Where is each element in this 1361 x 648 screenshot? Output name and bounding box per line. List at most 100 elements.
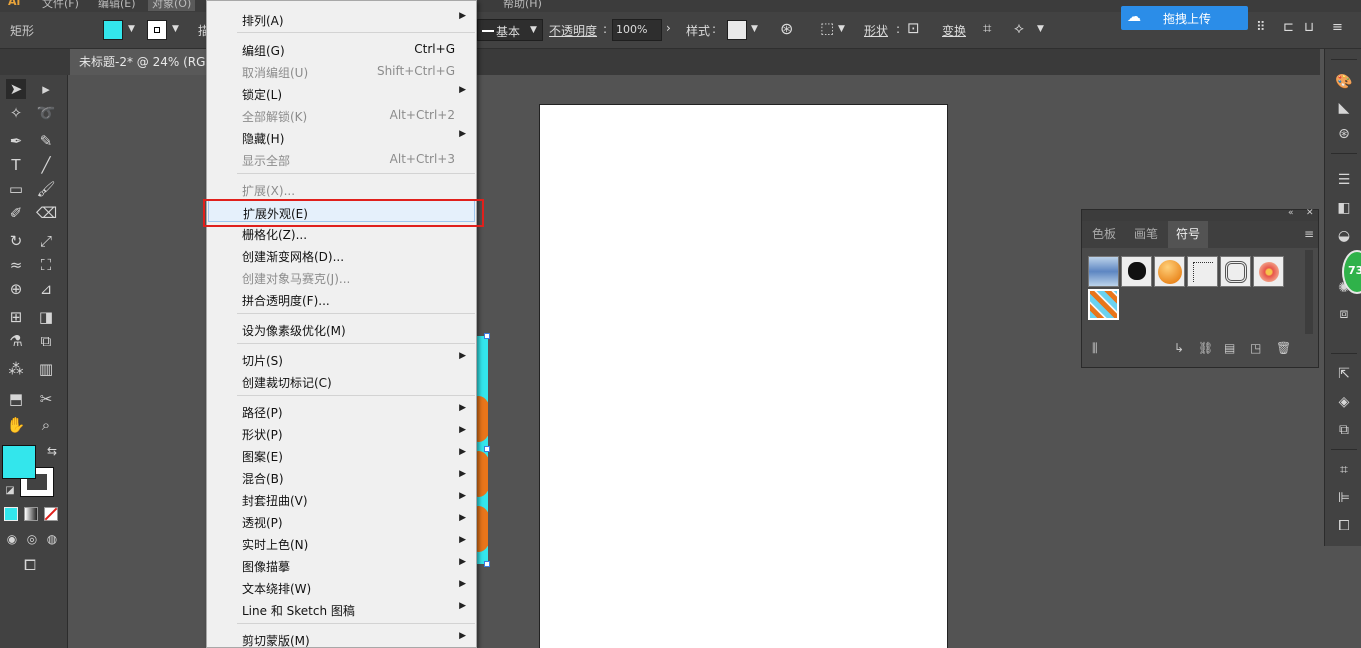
tab-swatches[interactable]: 色板 <box>1084 221 1124 248</box>
curvature-tool-icon[interactable]: ✎ <box>36 131 56 151</box>
close-icon[interactable]: ✕ <box>1306 208 1314 218</box>
menu-item-ungroup[interactable]: 取消编组(U) Shift+Ctrl+G <box>208 60 475 82</box>
shape-builder-tool-icon[interactable]: ⊕ <box>6 279 26 299</box>
panel-menu-icon[interactable]: ≡ <box>1332 20 1343 35</box>
menu-item-text-wrap[interactable]: 文本绕排(W) ▶ <box>208 576 475 598</box>
place-symbol-icon[interactable]: ↳ <box>1174 341 1184 355</box>
menu-item-group[interactable]: 编组(G) Ctrl+G <box>208 38 475 60</box>
reference-dropdown-icon[interactable]: ▼ <box>1037 24 1044 34</box>
gradient-panel-icon[interactable]: ◧ <box>1333 199 1355 217</box>
menu-item-perspective[interactable]: 透视(P) ▶ <box>208 510 475 532</box>
menu-file[interactable]: 文件(F) <box>42 0 79 11</box>
lasso-tool-icon[interactable]: ➰ <box>36 103 56 123</box>
menu-item-unlock-all[interactable]: 全部解锁(K) Alt+Ctrl+2 <box>208 104 475 126</box>
symbol-flower[interactable] <box>1253 256 1284 287</box>
menu-item-object-mosaic[interactable]: 创建对象马赛克(J)... <box>208 266 475 288</box>
menu-item-crop-marks[interactable]: 创建裁切标记(C) <box>208 370 475 392</box>
paintbrush-tool-icon[interactable]: 🖌 <box>36 179 56 199</box>
menu-item-pattern[interactable]: 图案(E) ▶ <box>208 444 475 466</box>
rectangle-tool-icon[interactable]: ▭ <box>6 179 26 199</box>
eyedropper-tool-icon[interactable]: ⚗ <box>6 331 26 351</box>
screen-mode-icon[interactable]: ⧠ <box>20 555 40 575</box>
draw-inside-icon[interactable]: ◍ <box>42 529 62 549</box>
menu-item-arrange[interactable]: 排列(A) ▶ <box>208 8 475 30</box>
tab-symbols[interactable]: 符号 <box>1168 221 1208 248</box>
reference-point-icon[interactable]: ⟡ <box>1014 19 1024 37</box>
align-panel-icon[interactable]: ⊫ <box>1333 489 1355 507</box>
style-swatch[interactable] <box>727 20 747 40</box>
type-tool-icon[interactable]: T <box>6 155 26 175</box>
symbol-crop-marks[interactable] <box>1187 256 1218 287</box>
menu-help[interactable]: 帮助(H) <box>503 0 542 11</box>
menu-item-path[interactable]: 路径(P) ▶ <box>208 400 475 422</box>
style-dropdown-icon[interactable]: ▼ <box>751 24 758 34</box>
menu-object[interactable]: 对象(O) <box>148 0 196 11</box>
direct-selection-tool-icon[interactable]: ▸ <box>36 79 56 99</box>
symbol-frame[interactable] <box>1220 256 1251 287</box>
symbol-library-icon[interactable]: ⫼ <box>1092 341 1098 356</box>
selection-handle[interactable] <box>484 333 490 339</box>
eraser-tool-icon[interactable]: ⌫ <box>36 203 57 223</box>
arrange-icon[interactable]: ⊏ <box>1283 20 1294 35</box>
artboard-tool-icon[interactable]: ⬒ <box>6 389 26 409</box>
menu-item-hide[interactable]: 隐藏(H) ▶ <box>208 126 475 148</box>
magic-wand-tool-icon[interactable]: ✧ <box>6 103 26 123</box>
draw-normal-icon[interactable]: ◉ <box>2 529 22 549</box>
menu-item-gradient-mesh[interactable]: 创建渐变网格(D)... <box>208 244 475 266</box>
distribute-icon[interactable]: ⊔ <box>1304 20 1314 35</box>
menu-item-flatten-transparency[interactable]: 拼合透明度(F)... <box>208 288 475 310</box>
opacity-input[interactable]: 100% <box>612 19 662 41</box>
slice-tool-icon[interactable]: ✂ <box>36 389 56 409</box>
warp-tool-icon[interactable]: ≈ <box>6 255 26 275</box>
menu-item-pixel-perfect[interactable]: 设为像素级优化(M) <box>208 318 475 340</box>
pathfinder-icon[interactable]: ⧠ <box>1333 517 1355 535</box>
blend-tool-icon[interactable]: ⧉ <box>36 331 56 351</box>
transform-panel-icon[interactable]: ⌗ <box>1333 461 1355 479</box>
stroke-style-select[interactable]: 基本 ▼ <box>477 19 543 41</box>
artboard[interactable] <box>539 104 948 648</box>
align-dropdown-icon[interactable]: ▼ <box>838 24 845 34</box>
graphic-styles-icon[interactable]: ⧈ <box>1333 305 1355 323</box>
opacity-label[interactable]: 不透明度 <box>549 22 597 39</box>
transform-label[interactable]: 变换 <box>942 22 966 39</box>
menu-item-live-paint[interactable]: 实时上色(N) ▶ <box>208 532 475 554</box>
panel-scrollbar[interactable] <box>1305 250 1313 334</box>
zoom-tool-icon[interactable]: ⌕ <box>36 415 56 435</box>
break-link-icon[interactable]: ⛓ <box>1198 341 1213 355</box>
fill-swatch[interactable] <box>103 20 123 40</box>
symbol-stripes-selected[interactable] <box>1088 289 1119 320</box>
line-tool-icon[interactable]: ╱ <box>36 155 56 175</box>
menu-item-line-sketch[interactable]: Line 和 Sketch 图稿 ▶ <box>208 598 475 620</box>
fill-color-box[interactable] <box>2 445 36 479</box>
stroke-swatch[interactable] <box>147 20 167 40</box>
symbol-sprayer-tool-icon[interactable]: ⁂ <box>6 359 26 379</box>
pen-tool-icon[interactable]: ✒ <box>6 131 26 151</box>
hand-tool-icon[interactable]: ✋ <box>6 415 26 435</box>
tab-brushes[interactable]: 画笔 <box>1126 221 1166 248</box>
rotate-tool-icon[interactable]: ↻ <box>6 231 26 251</box>
recolor-icon[interactable]: ⊛ <box>780 19 793 38</box>
symbol-blue-banner[interactable] <box>1088 256 1119 287</box>
upload-button[interactable]: ☁ 拖拽上传 <box>1121 6 1248 30</box>
fill-dropdown-icon[interactable]: ▼ <box>128 24 135 34</box>
color-guide-icon[interactable]: ◣ <box>1333 99 1355 117</box>
stroke-panel-icon[interactable]: ☰ <box>1333 171 1355 189</box>
perspective-grid-tool-icon[interactable]: ⊿ <box>36 279 56 299</box>
panel-menu-icon[interactable]: ≡ <box>1304 227 1314 241</box>
symbol-options-icon[interactable]: ▤ <box>1224 341 1235 355</box>
color-palette-icon[interactable]: 🎨 <box>1333 73 1355 91</box>
draw-behind-icon[interactable]: ◎ <box>22 529 42 549</box>
menu-item-image-trace[interactable]: 图像描摹 ▶ <box>208 554 475 576</box>
new-symbol-icon[interactable]: ◳ <box>1250 341 1261 355</box>
menu-item-envelope-distort[interactable]: 封套扭曲(V) ▶ <box>208 488 475 510</box>
artboards-icon[interactable]: ⧉ <box>1333 421 1355 439</box>
gradient-tool-icon[interactable]: ◨ <box>36 307 56 327</box>
menu-item-slice[interactable]: 切片(S) ▶ <box>208 348 475 370</box>
shaper-tool-icon[interactable]: ✐ <box>6 203 26 223</box>
menu-item-show-all[interactable]: 显示全部 Alt+Ctrl+3 <box>208 148 475 170</box>
gradient-mode-icon[interactable] <box>24 507 38 521</box>
delete-symbol-icon[interactable]: 🗑 <box>1276 341 1291 355</box>
menu-item-lock[interactable]: 锁定(L) ▶ <box>208 82 475 104</box>
none-mode-icon[interactable] <box>44 507 58 521</box>
export-icon[interactable]: ⇱ <box>1333 365 1355 383</box>
